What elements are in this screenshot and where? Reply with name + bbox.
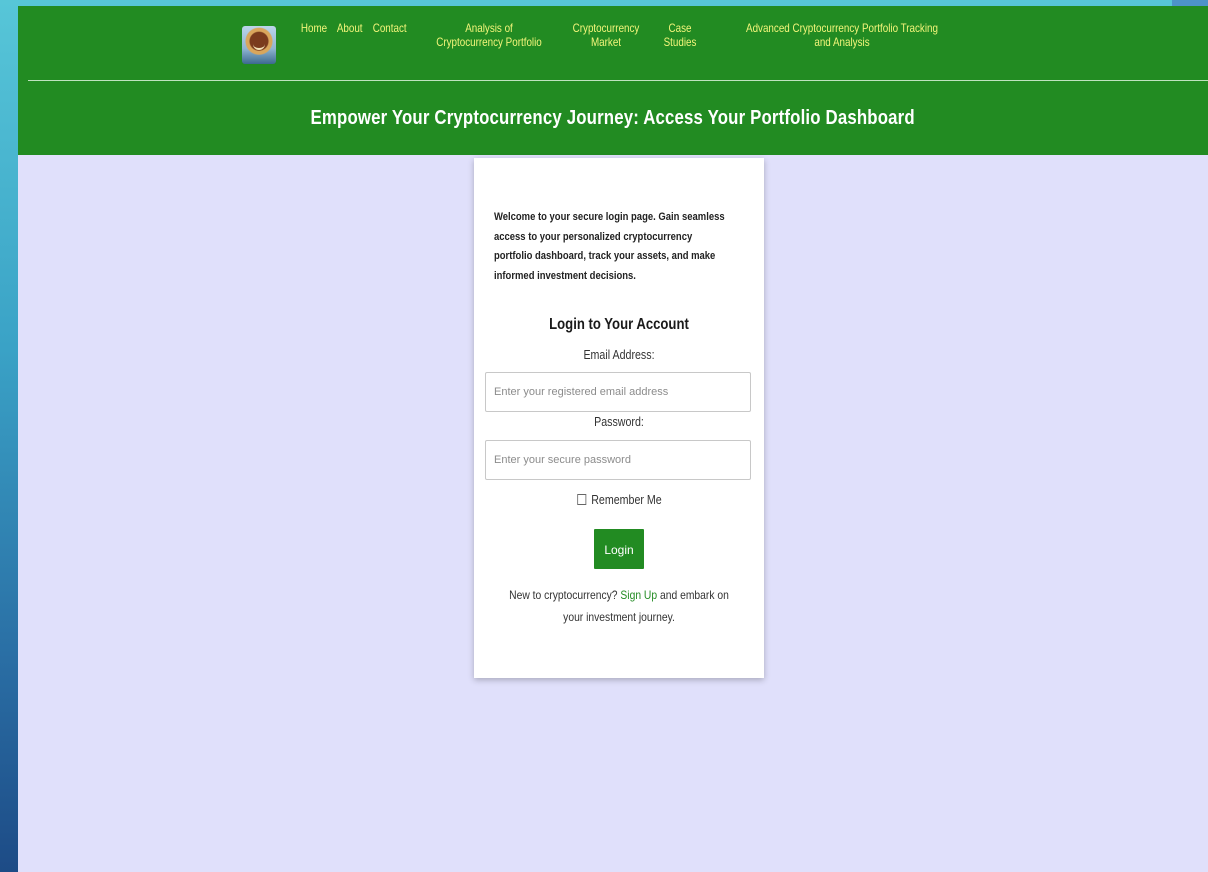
- nav-link-home[interactable]: Home: [301, 21, 327, 35]
- nav-divider: [28, 80, 1208, 81]
- remember-me-label[interactable]: Remember Me: [591, 492, 661, 507]
- remember-me-row: Remember Me: [474, 492, 764, 508]
- page: Home About Contact Analysis of Cryptocur…: [18, 6, 1208, 872]
- email-label: Email Address:: [583, 347, 655, 362]
- nav-link-crypto-market[interactable]: Cryptocurrency Market: [570, 21, 641, 49]
- nav-link-contact[interactable]: Contact: [373, 21, 407, 35]
- remember-me-checkbox[interactable]: [576, 494, 586, 505]
- welcome-text: Welcome to your secure login page. Gain …: [494, 211, 725, 282]
- login-button-wrap: Login: [474, 529, 764, 569]
- password-field[interactable]: [485, 440, 751, 480]
- logo-smile-detail: [253, 43, 265, 50]
- login-card: Welcome to your secure login page. Gain …: [474, 158, 764, 678]
- nav-link-advanced-tracking[interactable]: Advanced Cryptocurrency Portfolio Tracki…: [743, 21, 941, 49]
- signup-prefix: New to cryptocurrency?: [509, 588, 618, 602]
- password-label: Password:: [594, 414, 644, 429]
- signup-link[interactable]: Sign Up: [620, 588, 657, 602]
- profile-photo-icon[interactable]: [242, 26, 276, 64]
- email-field[interactable]: [485, 372, 751, 412]
- hero-banner: Empower Your Cryptocurrency Journey: Acc…: [18, 81, 1208, 155]
- login-button[interactable]: Login: [594, 529, 644, 569]
- nav-link-analysis-portfolio[interactable]: Analysis of Cryptocurrency Portfolio: [433, 21, 545, 49]
- login-heading: Login to Your Account: [549, 316, 689, 333]
- signup-prompt: New to cryptocurrency? Sign Up and embar…: [507, 584, 731, 628]
- nav-link-case-studies[interactable]: Case Studies: [663, 21, 697, 49]
- nav-links: Home About Contact Analysis of Cryptocur…: [242, 21, 963, 64]
- remember-me-control: Remember Me: [576, 492, 661, 507]
- navbar: Home About Contact Analysis of Cryptocur…: [18, 6, 1208, 81]
- nav-link-about[interactable]: About: [337, 21, 363, 35]
- page-title: Empower Your Cryptocurrency Journey: Acc…: [310, 106, 916, 129]
